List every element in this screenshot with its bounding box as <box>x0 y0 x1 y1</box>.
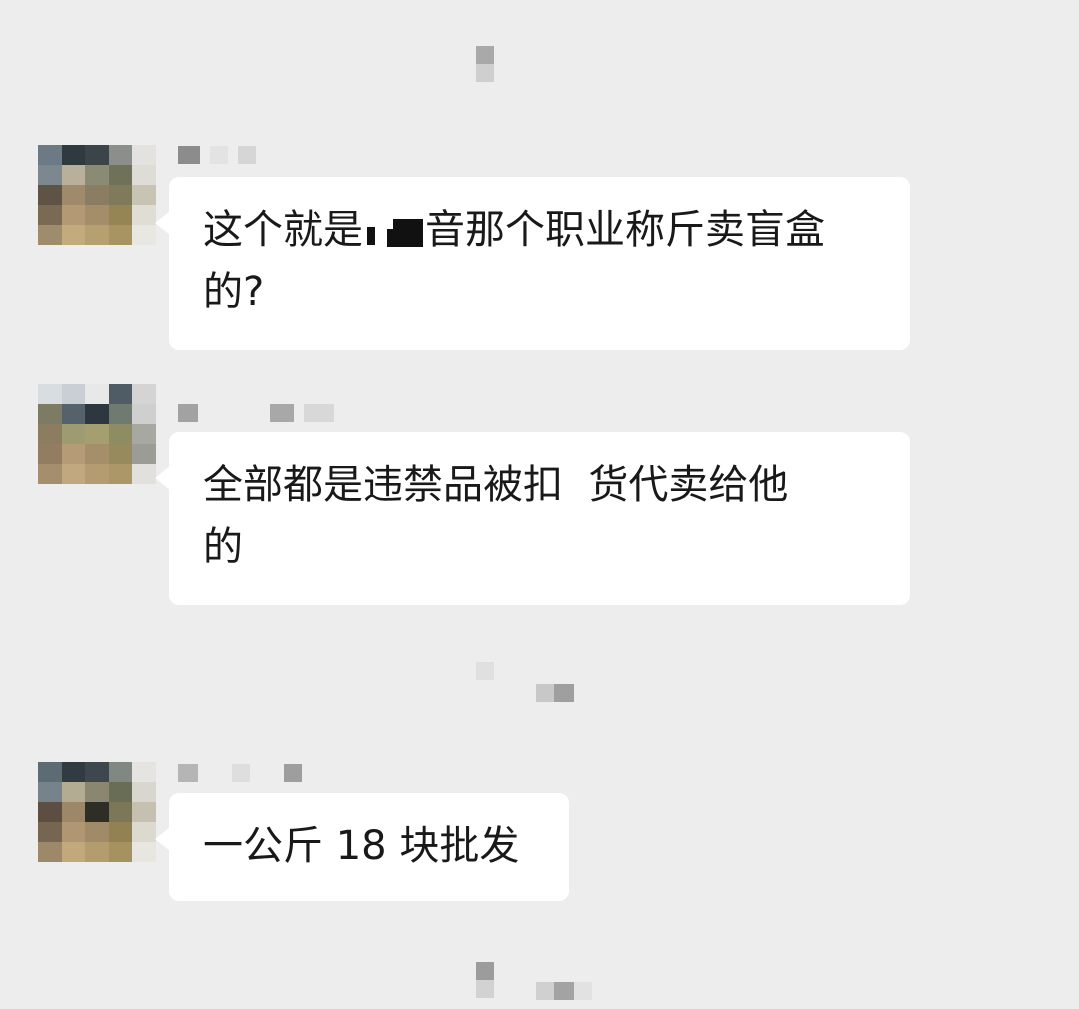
message-bubble[interactable]: 全部都是违禁品被扣 货代卖给他 的 <box>155 432 910 605</box>
redaction-block <box>363 217 425 247</box>
chat-screen: 这个就是 音那个职业称斤卖盲盒 的? 全部都是违禁品被扣 货代卖给他 的 一公斤… <box>0 0 1079 1009</box>
timestamp-blurred <box>536 982 592 1000</box>
sender-avatar[interactable] <box>38 384 156 484</box>
sender-name-blurred <box>178 404 334 422</box>
timestamp-blurred <box>476 662 494 680</box>
message-text: 这个就是 音那个职业称斤卖盲盒 的? <box>203 207 825 315</box>
timestamp-blurred <box>476 46 494 82</box>
message-text: 一公斤 18 块批发 <box>203 823 520 869</box>
message-text: 全部都是违禁品被扣 货代卖给他 的 <box>203 462 789 570</box>
sender-name-blurred <box>178 146 256 164</box>
sender-avatar[interactable] <box>38 762 156 862</box>
sender-avatar[interactable] <box>38 145 156 245</box>
message-bubble[interactable]: 一公斤 18 块批发 <box>155 793 569 901</box>
timestamp-blurred <box>476 962 494 998</box>
sender-name-blurred <box>178 764 302 782</box>
timestamp-blurred <box>536 684 574 702</box>
message-bubble[interactable]: 这个就是 音那个职业称斤卖盲盒 的? <box>155 177 910 350</box>
